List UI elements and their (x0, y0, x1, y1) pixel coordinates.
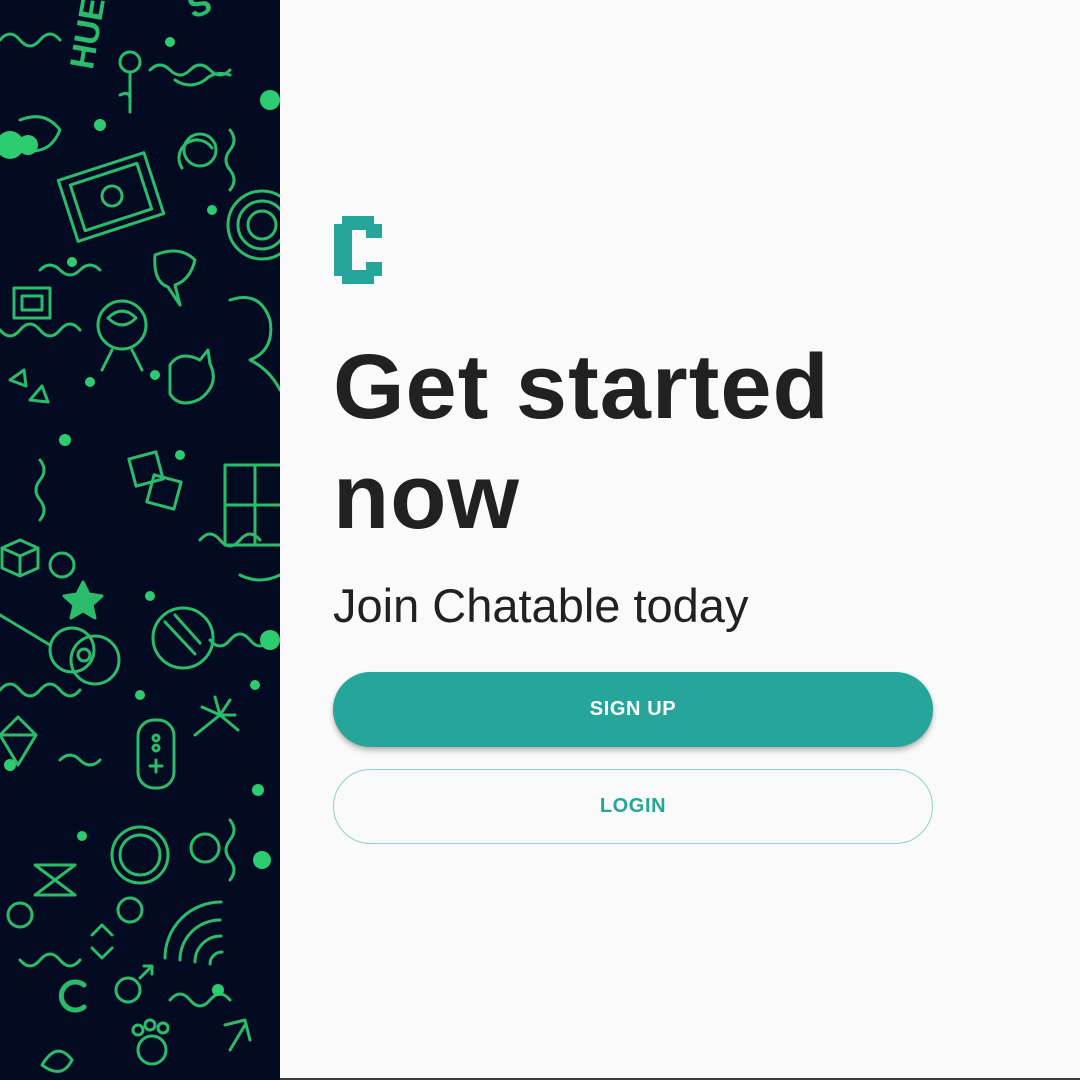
doodle-pattern-icon: HUE S (0, 0, 280, 1073)
svg-text:S: S (182, 0, 216, 27)
doodle-pattern-panel: HUE S (0, 0, 280, 1080)
login-button[interactable]: LOGIN (333, 769, 933, 844)
svg-text:HUE: HUE (63, 0, 113, 72)
sign-up-button[interactable]: SIGN UP (333, 672, 933, 747)
signup-landing-panel: Get started now Join Chatable today SIGN… (280, 0, 1080, 1080)
sign-up-button-label: SIGN UP (589, 698, 677, 720)
chatable-logo-icon (334, 216, 382, 284)
page-title: Get started now (333, 336, 830, 548)
login-button-label: LOGIN (599, 795, 667, 817)
page-subtitle: Join Chatable today (333, 579, 749, 632)
app-root: HUE S Get started now Join Chatable toda… (0, 0, 1080, 1080)
